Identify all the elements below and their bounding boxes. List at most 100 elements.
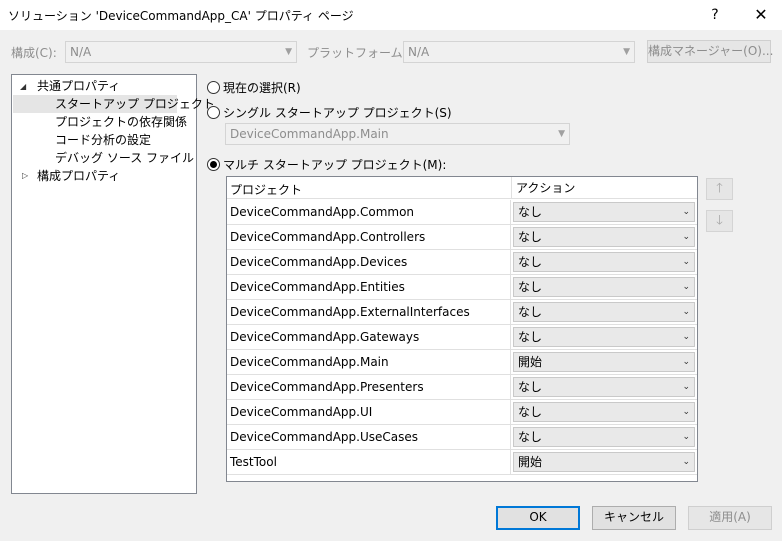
action-value: なし xyxy=(518,405,543,419)
chevron-down-icon: ⌄ xyxy=(682,432,690,442)
action-select[interactable]: なし ⌄ xyxy=(513,277,695,297)
radio-current-selection-label: 現在の選択(R) xyxy=(223,81,301,95)
chevron-down-icon: ▼ xyxy=(285,47,292,57)
chevron-down-icon: ⌄ xyxy=(682,257,690,267)
column-divider xyxy=(510,225,511,250)
chevron-down-icon: ⌄ xyxy=(682,307,690,317)
tree-item-project-dependencies[interactable]: プロジェクトの依存関係 xyxy=(55,113,187,131)
action-select[interactable]: なし ⌄ xyxy=(513,202,695,222)
chevron-down-icon: ⌄ xyxy=(682,207,690,217)
single-startup-combo[interactable]: DeviceCommandApp.Main ▼ xyxy=(225,123,570,145)
chevron-down-icon: ⌄ xyxy=(682,332,690,342)
chevron-down-icon: ⌄ xyxy=(682,357,690,367)
radio-multi-startup[interactable]: マルチ スタートアップ プロジェクト(M): xyxy=(207,156,446,173)
table-row[interactable]: DeviceCommandApp.ExternalInterfaces なし ⌄ xyxy=(227,300,697,325)
grid-header: プロジェクト アクション xyxy=(227,177,697,199)
column-divider xyxy=(510,375,511,400)
move-up-button[interactable]: 🡑 xyxy=(706,178,733,200)
table-row[interactable]: DeviceCommandApp.Common なし ⌄ xyxy=(227,200,697,225)
project-name: DeviceCommandApp.Main xyxy=(230,355,389,369)
help-button[interactable]: ? xyxy=(702,3,728,27)
project-name: DeviceCommandApp.Common xyxy=(230,205,415,219)
table-row[interactable]: DeviceCommandApp.Entities なし ⌄ xyxy=(227,275,697,300)
column-header-project: プロジェクト xyxy=(230,183,303,197)
column-divider xyxy=(510,325,511,350)
table-row[interactable]: DeviceCommandApp.Main 開始 ⌄ xyxy=(227,350,697,375)
table-row[interactable]: TestTool 開始 ⌄ xyxy=(227,450,697,475)
arrow-down-icon: 🡓 xyxy=(716,213,723,228)
project-name: DeviceCommandApp.Controllers xyxy=(230,230,426,244)
action-value: なし xyxy=(518,230,543,244)
config-manager-button[interactable]: 構成マネージャー(O)... xyxy=(647,40,773,63)
radio-circle xyxy=(207,106,220,119)
table-row[interactable]: DeviceCommandApp.Devices なし ⌄ xyxy=(227,250,697,275)
tree-item-debug-source-files[interactable]: デバッグ ソース ファイル xyxy=(55,149,194,167)
action-select[interactable]: なし ⌄ xyxy=(513,377,695,397)
action-select[interactable]: なし ⌄ xyxy=(513,327,695,347)
action-select[interactable]: 開始 ⌄ xyxy=(513,452,695,472)
action-select[interactable]: なし ⌄ xyxy=(513,227,695,247)
chevron-down-icon: ⌄ xyxy=(682,457,690,467)
chevron-down-icon: ⌄ xyxy=(682,232,690,242)
radio-multi-startup-label: マルチ スタートアップ プロジェクト(M): xyxy=(223,158,447,172)
project-name: DeviceCommandApp.UI xyxy=(230,405,373,419)
cancel-button[interactable]: キャンセル xyxy=(592,506,676,530)
tree-item-startup-project[interactable]: スタートアップ プロジェクト xyxy=(13,95,215,113)
ok-button[interactable]: OK xyxy=(496,506,580,530)
column-header-action: アクション xyxy=(511,177,575,199)
project-name: DeviceCommandApp.Presenters xyxy=(230,380,424,394)
config-label: 構成(C): xyxy=(11,46,57,60)
table-row[interactable]: DeviceCommandApp.UseCases なし ⌄ xyxy=(227,425,697,450)
chevron-down-icon: ⌄ xyxy=(682,382,690,392)
tree-item-config-properties[interactable]: 構成プロパティ xyxy=(37,167,120,185)
column-divider xyxy=(510,275,511,300)
config-value: N/A xyxy=(70,45,92,59)
apply-button[interactable]: 適用(A) xyxy=(688,506,772,530)
table-row[interactable]: DeviceCommandApp.Controllers なし ⌄ xyxy=(227,225,697,250)
collapsed-triangle-icon[interactable]: ▷ xyxy=(22,171,28,180)
column-divider xyxy=(510,200,511,225)
radio-circle xyxy=(207,81,220,94)
column-divider xyxy=(510,450,511,475)
platform-combo[interactable]: N/A ▼ xyxy=(403,41,635,63)
column-divider xyxy=(510,300,511,325)
action-select[interactable]: なし ⌄ xyxy=(513,402,695,422)
radio-current-selection[interactable]: 現在の選択(R) xyxy=(207,79,301,96)
close-button[interactable]: ✕ xyxy=(748,3,774,27)
radio-single-startup[interactable]: シングル スタートアップ プロジェクト(S) xyxy=(207,104,452,121)
action-select[interactable]: 開始 ⌄ xyxy=(513,352,695,372)
project-name: DeviceCommandApp.Devices xyxy=(230,255,408,269)
platform-value: N/A xyxy=(408,45,430,59)
column-divider xyxy=(510,250,511,275)
action-select[interactable]: なし ⌄ xyxy=(513,252,695,272)
property-tree: ◢ 共通プロパティ スタートアップ プロジェクト プロジェクトの依存関係 コード… xyxy=(11,74,215,494)
single-startup-value: DeviceCommandApp.Main xyxy=(230,127,389,141)
action-value: なし xyxy=(518,205,543,219)
arrow-up-icon: 🡑 xyxy=(716,181,723,196)
config-combo[interactable]: N/A ▼ xyxy=(65,41,297,63)
tree-item-code-analysis[interactable]: コード分析の設定 xyxy=(55,131,151,149)
action-value: なし xyxy=(518,330,543,344)
chevron-down-icon: ⌄ xyxy=(682,282,690,292)
project-name: DeviceCommandApp.Gateways xyxy=(230,330,420,344)
action-value: 開始 xyxy=(518,455,543,469)
table-row[interactable]: DeviceCommandApp.Gateways なし ⌄ xyxy=(227,325,697,350)
chevron-down-icon: ⌄ xyxy=(682,407,690,417)
radio-single-startup-label: シングル スタートアップ プロジェクト(S) xyxy=(223,106,452,120)
action-select[interactable]: なし ⌄ xyxy=(513,302,695,322)
action-value: なし xyxy=(518,430,543,444)
action-value: なし xyxy=(518,255,543,269)
tree-item-common-properties[interactable]: 共通プロパティ xyxy=(37,77,120,95)
action-select[interactable]: なし ⌄ xyxy=(513,427,695,447)
project-name: DeviceCommandApp.UseCases xyxy=(230,430,419,444)
table-row[interactable]: DeviceCommandApp.UI なし ⌄ xyxy=(227,400,697,425)
expanded-triangle-icon[interactable]: ◢ xyxy=(20,82,26,91)
table-row[interactable]: DeviceCommandApp.Presenters なし ⌄ xyxy=(227,375,697,400)
column-divider xyxy=(510,350,511,375)
project-name: DeviceCommandApp.ExternalInterfaces xyxy=(230,305,470,319)
chevron-down-icon: ▼ xyxy=(558,129,565,139)
action-value: なし xyxy=(518,305,543,319)
column-divider xyxy=(510,400,511,425)
move-down-button[interactable]: 🡓 xyxy=(706,210,733,232)
action-value: なし xyxy=(518,380,543,394)
